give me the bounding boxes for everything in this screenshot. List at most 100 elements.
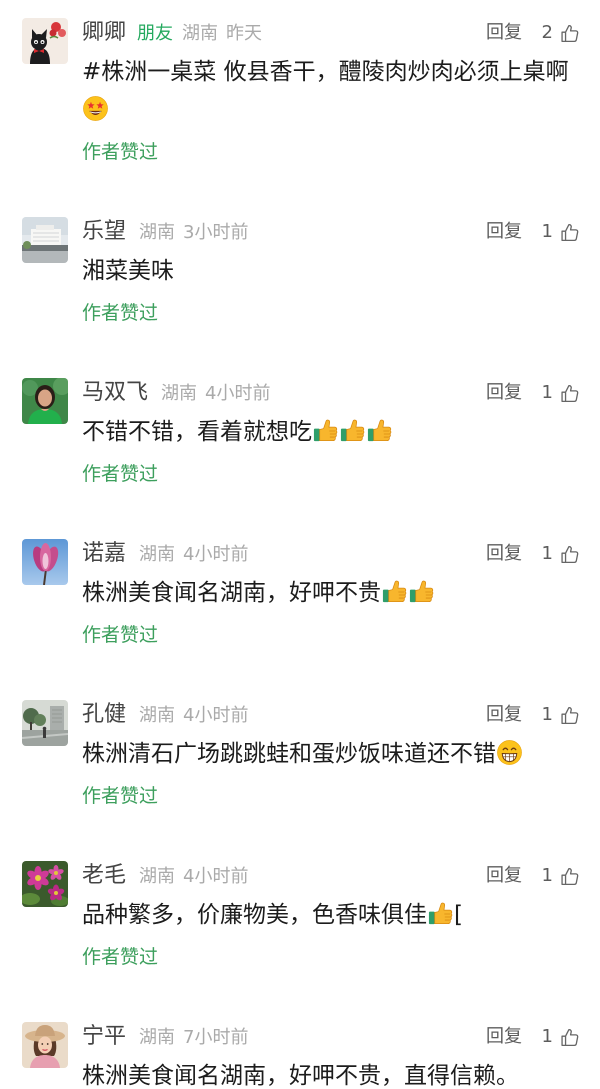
comment-text-segment: 株洲清石广场跳跳蛙和蛋炒饭味道还不错 (82, 741, 496, 767)
author-liked-label: 作者赞过 (82, 302, 159, 324)
comment-time: 3小时前 (183, 222, 249, 243)
grinning-icon (496, 739, 523, 766)
thumbs-up-icon (312, 417, 339, 444)
comment-text-segment: 株洲美食闻名湖南，好呷不贵 (82, 580, 381, 606)
author-liked-label: 作者赞过 (82, 463, 159, 485)
comment-header: 诺嘉 湖南 4小时前 回复 1 (82, 539, 600, 569)
like-button[interactable]: 2 (542, 18, 580, 48)
commenter-location: 湖南 (139, 222, 176, 243)
thumbs-up-outline-icon[interactable] (559, 23, 580, 44)
avatar-image (22, 18, 68, 64)
comment-header: 乐望 湖南 3小时前 回复 1 (82, 217, 600, 247)
commenter-location: 湖南 (139, 705, 176, 726)
like-button[interactable]: 1 (542, 378, 580, 408)
like-button[interactable]: 1 (542, 700, 580, 730)
thumbs-up-icon (427, 900, 454, 927)
comment-item: 卿卿 朋友 湖南 昨天 回复 2 #株洲一桌菜 攸县香干，醴陵肉炒肉必须上桌啊 作者赞… (0, 18, 600, 217)
like-count: 1 (541, 1026, 553, 1047)
like-count: 2 (541, 22, 553, 43)
comment-header: 孔健 湖南 4小时前 回复 1 (82, 700, 600, 730)
commenter-location: 湖南 (139, 866, 176, 887)
comment-text-segment: #株洲一桌菜 攸县香干，醴陵肉炒肉必须上桌啊 (82, 59, 569, 85)
comment-item: 乐望 湖南 3小时前 回复 1 湘菜美味 作者赞过 (0, 217, 600, 378)
reply-button[interactable]: 回复 (486, 1022, 522, 1052)
like-button[interactable]: 1 (542, 217, 580, 247)
comment-header: 卿卿 朋友 湖南 昨天 回复 2 (82, 18, 600, 48)
thumbs-up-outline-icon[interactable] (559, 222, 580, 243)
comment-text: 湘菜美味 (82, 255, 582, 294)
thumbs-up-icon (408, 578, 435, 605)
comment-text: 株洲美食闻名湖南，好呷不贵 (82, 577, 582, 616)
commenter-avatar[interactable] (22, 378, 68, 424)
commenter-location: 湖南 (139, 1027, 176, 1048)
commenter-avatar[interactable] (22, 539, 68, 585)
comment-header: 老毛 湖南 4小时前 回复 1 (82, 861, 600, 891)
comment-item: 宁平湖南7小时前 回复 1 株洲美食闻名湖南，好呷不贵，直得信赖。 作者赞过 (0, 1022, 600, 1089)
comment-text: #株洲一桌菜 攸县香干，醴陵肉炒肉必须上桌啊 (82, 56, 582, 133)
commenter-avatar[interactable] (22, 18, 68, 64)
like-count: 1 (541, 704, 553, 725)
author-liked-label: 作者赞过 (82, 946, 159, 968)
friend-tag: 朋友 (137, 23, 174, 44)
commenter-name[interactable]: 宁平 (82, 1024, 126, 1049)
comment-item: 诺嘉 湖南 4小时前 回复 1 株洲美食闻名湖南，好呷不贵 作者赞过 (0, 539, 600, 700)
reply-button[interactable]: 回复 (486, 700, 522, 730)
like-count: 1 (541, 543, 553, 564)
thumbs-up-outline-icon[interactable] (559, 705, 580, 726)
commenter-avatar[interactable] (22, 1022, 68, 1068)
comment-text-segment: 湘菜美味 (82, 258, 174, 284)
comment-text-segment: 株洲美食闻名湖南，好呷不贵，直得信赖。 (82, 1063, 519, 1089)
commenter-avatar[interactable] (22, 217, 68, 263)
avatar-image (22, 217, 68, 263)
like-button[interactable]: 1 (542, 861, 580, 891)
comment-time: 昨天 (226, 23, 263, 44)
like-count: 1 (541, 865, 553, 886)
avatar-image (22, 539, 68, 585)
reply-button[interactable]: 回复 (486, 378, 522, 408)
thumbs-up-outline-icon[interactable] (559, 544, 580, 565)
commenter-avatar[interactable] (22, 861, 68, 907)
comment-header: 马双飞 湖南 4小时前 回复 1 (82, 378, 600, 408)
thumbs-up-outline-icon[interactable] (559, 866, 580, 887)
comment-list: 卿卿 朋友 湖南 昨天 回复 2 #株洲一桌菜 攸县香干，醴陵肉炒肉必须上桌啊 作者赞… (0, 0, 600, 1089)
like-button[interactable]: 1 (542, 1022, 580, 1052)
reply-button[interactable]: 回复 (486, 861, 522, 891)
commenter-name[interactable]: 乐望 (82, 219, 126, 244)
comment-text: 株洲美食闻名湖南，好呷不贵，直得信赖。 (82, 1060, 582, 1089)
commenter-avatar[interactable] (22, 700, 68, 746)
thumbs-up-icon (366, 417, 393, 444)
commenter-name[interactable]: 老毛 (82, 863, 126, 888)
thumbs-up-icon (381, 578, 408, 605)
commenter-name[interactable]: 卿卿 (82, 20, 126, 45)
thumbs-up-outline-icon[interactable] (559, 1027, 580, 1048)
commenter-location: 湖南 (182, 23, 219, 44)
reply-button[interactable]: 回复 (486, 217, 522, 247)
comment-text: 品种繁多，价廉物美，色香味俱佳 [ (82, 899, 582, 938)
thumbs-up-outline-icon[interactable] (559, 383, 580, 404)
avatar-image (22, 378, 68, 424)
comment-header: 宁平 湖南 7小时前 回复 1 (82, 1022, 600, 1052)
like-count: 1 (541, 382, 553, 403)
comment-text: 株洲清石广场跳跳蛙和蛋炒饭味道还不错 (82, 738, 582, 777)
like-count: 1 (541, 221, 553, 242)
star-struck-icon (82, 95, 109, 122)
comment-time: 4小时前 (183, 705, 249, 726)
reply-button[interactable]: 回复 (486, 539, 522, 569)
thumbs-up-icon (339, 417, 366, 444)
commenter-location: 湖南 (161, 383, 198, 404)
like-button[interactable]: 1 (542, 539, 580, 569)
commenter-name[interactable]: 马双飞 (82, 380, 148, 405)
avatar-image (22, 861, 68, 907)
commenter-name[interactable]: 孔健 (82, 702, 126, 727)
commenter-name[interactable]: 诺嘉 (82, 541, 126, 566)
comment-time: 4小时前 (183, 866, 249, 887)
comment-text-segment: [ (454, 902, 463, 928)
author-liked-label: 作者赞过 (82, 141, 159, 163)
author-liked-label: 作者赞过 (82, 624, 159, 646)
reply-button[interactable]: 回复 (486, 18, 522, 48)
comment-text: 不错不错，看着就想吃 (82, 416, 582, 455)
comment-time: 7小时前 (183, 1027, 249, 1048)
comment-time: 4小时前 (183, 544, 249, 565)
author-liked-label: 作者赞过 (82, 785, 159, 807)
comment-text-segment: 品种繁多，价廉物美，色香味俱佳 (82, 902, 427, 928)
